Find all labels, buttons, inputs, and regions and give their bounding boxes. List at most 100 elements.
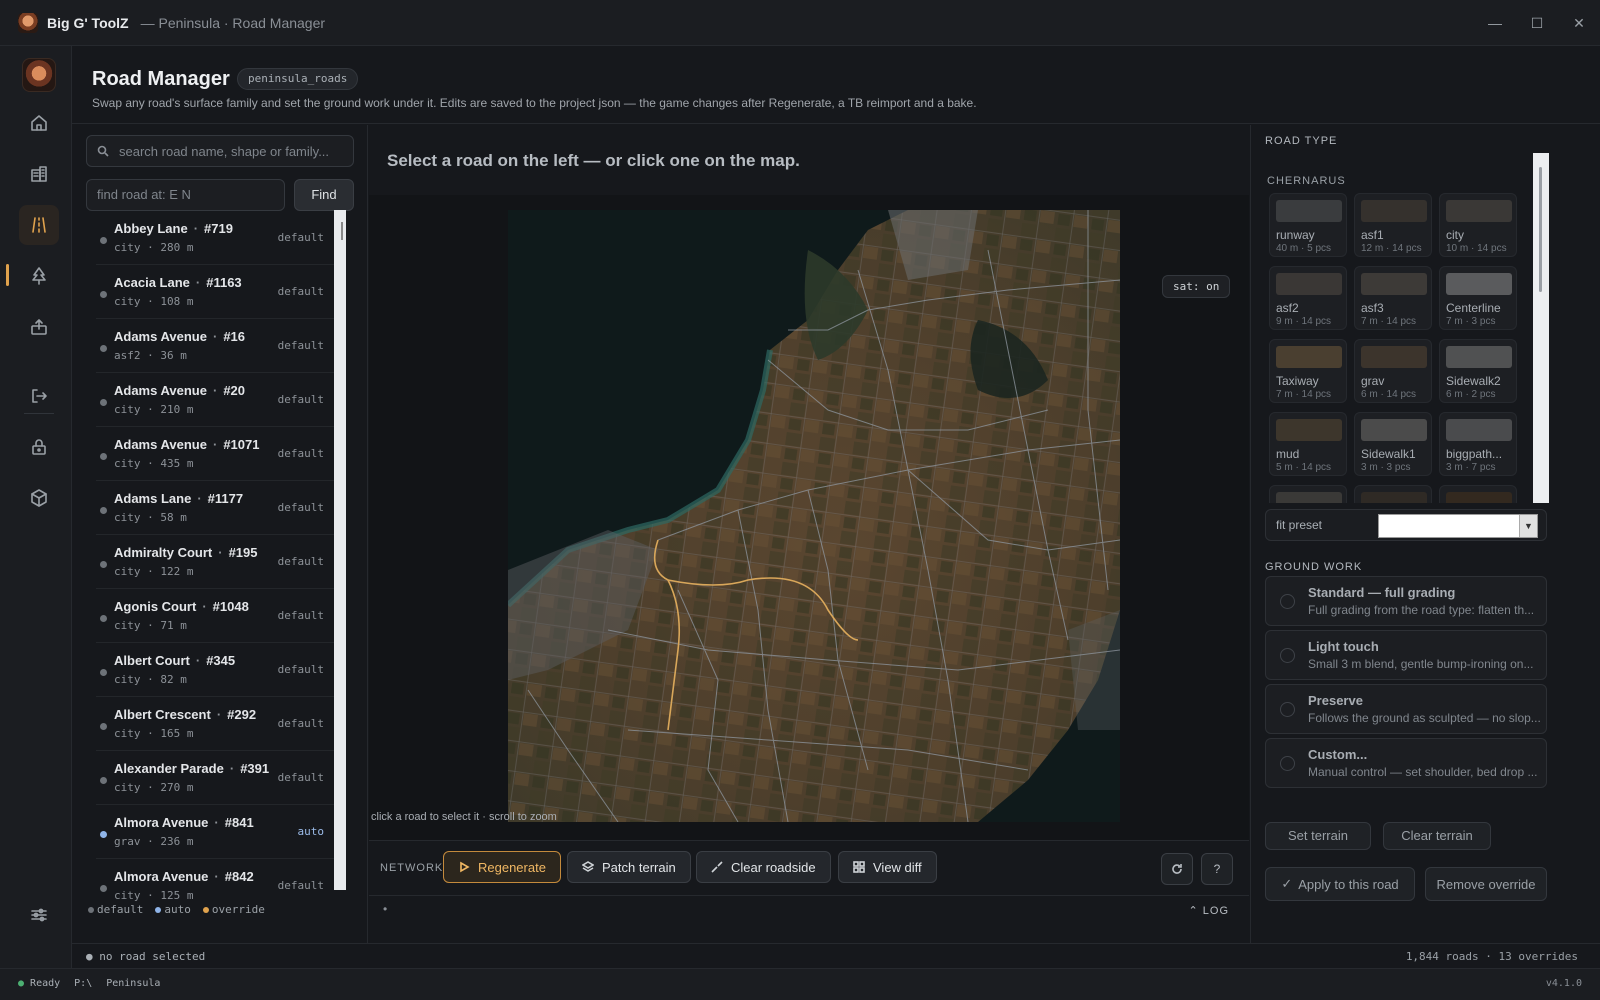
road-type-tile[interactable]: asf3 7 m · 14 pcs bbox=[1354, 266, 1432, 330]
satellite-toggle[interactable]: sat: on bbox=[1162, 275, 1231, 298]
road-status-dot bbox=[100, 885, 107, 892]
road-type-tile[interactable]: city 10 m · 14 pcs bbox=[1439, 193, 1517, 257]
lock-icon[interactable] bbox=[19, 427, 59, 467]
project-name: Peninsula bbox=[106, 978, 161, 989]
road-status: default bbox=[277, 717, 324, 730]
road-list-item[interactable]: Acacia Lane · #1163 city · 108 m default bbox=[96, 265, 336, 319]
road-type-meta: 3 m · 3 pcs bbox=[1361, 462, 1411, 473]
road-type-tile[interactable]: Sidewalk2 6 m · 2 pcs bbox=[1439, 339, 1517, 403]
find-button[interactable]: Find bbox=[294, 179, 354, 211]
radio-button[interactable] bbox=[1280, 756, 1295, 771]
minimize-button[interactable]: — bbox=[1474, 0, 1516, 46]
map-viewport[interactable]: sat: on bbox=[369, 195, 1249, 840]
road-list-scrollbar[interactable] bbox=[334, 210, 346, 890]
satellite-map[interactable] bbox=[508, 210, 1120, 822]
road-type-name: Sidewalk2 bbox=[1446, 374, 1501, 388]
tree-icon[interactable] bbox=[19, 256, 59, 296]
road-type-meta: 7 m · 14 pcs bbox=[1361, 316, 1417, 327]
road-type-tile[interactable]: asf2 9 m · 14 pcs bbox=[1269, 266, 1347, 330]
radio-button[interactable] bbox=[1280, 594, 1295, 609]
find-coordinates-input[interactable]: find road at: E N bbox=[86, 179, 285, 211]
road-status: default bbox=[277, 285, 324, 298]
road-type-tile[interactable]: biggpath... 3 m · 7 pcs bbox=[1439, 412, 1517, 476]
maximize-button[interactable]: ☐ bbox=[1516, 0, 1558, 46]
road-list-item[interactable]: Adams Avenue · #20 city · 210 m default bbox=[96, 373, 336, 427]
road-type-tile[interactable]: Sidewalk1 3 m · 3 pcs bbox=[1354, 412, 1432, 476]
ground-work-option[interactable]: Light touch Small 3 m blend, gentle bump-… bbox=[1265, 630, 1547, 680]
remove-override-button[interactable]: Remove override bbox=[1425, 867, 1547, 901]
grid-icon bbox=[853, 861, 865, 873]
patch-terrain-button[interactable]: Patch terrain bbox=[567, 851, 691, 883]
road-type-meta: 6 m · 2 pcs bbox=[1446, 389, 1496, 400]
logout-icon[interactable] bbox=[19, 376, 59, 416]
road-type-tile[interactable]: Taxiway 7 m · 14 pcs bbox=[1269, 339, 1347, 403]
road-list-item[interactable]: Agonis Court · #1048 city · 71 m default bbox=[96, 589, 336, 643]
road-type-tile[interactable]: mud 5 m · 14 pcs bbox=[1269, 412, 1347, 476]
cube-icon[interactable] bbox=[19, 478, 59, 518]
road-name: Agonis Court · #1048 bbox=[114, 599, 249, 614]
road-texture-swatch bbox=[1446, 200, 1512, 222]
chevron-down-icon[interactable]: ▼ bbox=[1519, 515, 1537, 537]
road-name: Albert Court · #345 bbox=[114, 653, 236, 668]
clear-roadside-button[interactable]: Clear roadside bbox=[696, 851, 831, 883]
road-type-scroll-thumb[interactable] bbox=[1539, 167, 1542, 292]
legend-override: override bbox=[202, 903, 265, 916]
road-type-meta: 7 m · 3 pcs bbox=[1446, 316, 1496, 327]
settings-sliders-icon[interactable] bbox=[19, 895, 59, 935]
road-type-tile[interactable] bbox=[1269, 485, 1347, 503]
road-list-item[interactable]: Albert Crescent · #292 city · 165 m default bbox=[96, 697, 336, 751]
road-list-item[interactable]: Adams Avenue · #16 asf2 · 36 m default bbox=[96, 319, 336, 373]
road-type-tile[interactable] bbox=[1439, 485, 1517, 503]
road-list-scroll-thumb[interactable] bbox=[341, 222, 343, 240]
ready-status: ● Ready bbox=[18, 978, 61, 989]
search-input[interactable]: search road name, shape or family... bbox=[86, 135, 354, 167]
close-button[interactable]: ✕ bbox=[1558, 0, 1600, 46]
road-list-item[interactable]: Almora Avenue · #842 city · 125 m default bbox=[96, 859, 336, 905]
regenerate-button[interactable]: Regenerate bbox=[443, 851, 561, 883]
project-tag: peninsula_roads bbox=[237, 68, 359, 90]
apply-to-road-button[interactable]: ✓ Apply to this road bbox=[1265, 867, 1415, 901]
road-meta: asf2 · 36 m bbox=[114, 349, 187, 362]
road-type-tile[interactable]: grav 6 m · 14 pcs bbox=[1354, 339, 1432, 403]
clear-terrain-button[interactable]: Clear terrain bbox=[1383, 822, 1491, 850]
road-meta: city · 82 m bbox=[114, 673, 187, 686]
road-list-item[interactable]: Almora Avenue · #841 grav · 236 m auto bbox=[96, 805, 336, 859]
road-icon[interactable] bbox=[19, 205, 59, 245]
road-type-tile[interactable]: Centerline 7 m · 3 pcs bbox=[1439, 266, 1517, 330]
set-terrain-button[interactable]: Set terrain bbox=[1265, 822, 1371, 850]
road-type-title: ROAD TYPE bbox=[1265, 135, 1338, 147]
road-type-tile[interactable]: runway 40 m · 5 pcs bbox=[1269, 193, 1347, 257]
road-list-item[interactable]: Adams Avenue · #1071 city · 435 m default bbox=[96, 427, 336, 481]
road-type-tile[interactable]: asf1 12 m · 14 pcs bbox=[1354, 193, 1432, 257]
ground-work-option[interactable]: Preserve Follows the ground as sculpted —… bbox=[1265, 684, 1547, 734]
log-toggle[interactable]: ⌃ LOG bbox=[1188, 904, 1229, 917]
play-icon bbox=[460, 861, 470, 873]
network-label: NETWORK bbox=[380, 862, 444, 874]
road-list-item[interactable]: Admiralty Court · #195 city · 122 m default bbox=[96, 535, 336, 589]
avatar[interactable] bbox=[22, 58, 56, 92]
road-type-name: Centerline bbox=[1446, 301, 1501, 315]
road-list-item[interactable]: Adams Lane · #1177 city · 58 m default bbox=[96, 481, 336, 535]
fit-preset-select[interactable]: ▼ bbox=[1378, 514, 1538, 538]
road-list: Abbey Lane · #719 city · 280 m default Acacia… bbox=[96, 211, 336, 905]
road-list-item[interactable]: Abbey Lane · #719 city · 280 m default bbox=[96, 211, 336, 265]
road-texture-swatch bbox=[1361, 419, 1427, 441]
road-texture-swatch bbox=[1446, 346, 1512, 368]
road-list-item[interactable]: Alexander Parade · #391 city · 270 m default bbox=[96, 751, 336, 805]
road-name: Almora Avenue · #842 bbox=[114, 869, 254, 884]
radio-button[interactable] bbox=[1280, 648, 1295, 663]
road-type-tile[interactable] bbox=[1354, 485, 1432, 503]
road-name: Abbey Lane · #719 bbox=[114, 221, 233, 236]
refresh-button[interactable] bbox=[1161, 853, 1193, 885]
view-diff-button[interactable]: View diff bbox=[838, 851, 937, 883]
buildings-icon[interactable] bbox=[19, 154, 59, 194]
home-icon[interactable] bbox=[19, 103, 59, 143]
app-version: v4.1.0 bbox=[1545, 978, 1582, 989]
radio-button[interactable] bbox=[1280, 702, 1295, 717]
road-list-item[interactable]: Albert Court · #345 city · 82 m default bbox=[96, 643, 336, 697]
help-button[interactable]: ? bbox=[1201, 853, 1233, 885]
ground-work-option[interactable]: Custom... Manual control — set shoulder, … bbox=[1265, 738, 1547, 788]
road-texture-swatch bbox=[1276, 346, 1342, 368]
ground-work-option[interactable]: Standard — full grading Full grading from… bbox=[1265, 576, 1547, 626]
export-icon[interactable] bbox=[19, 307, 59, 347]
